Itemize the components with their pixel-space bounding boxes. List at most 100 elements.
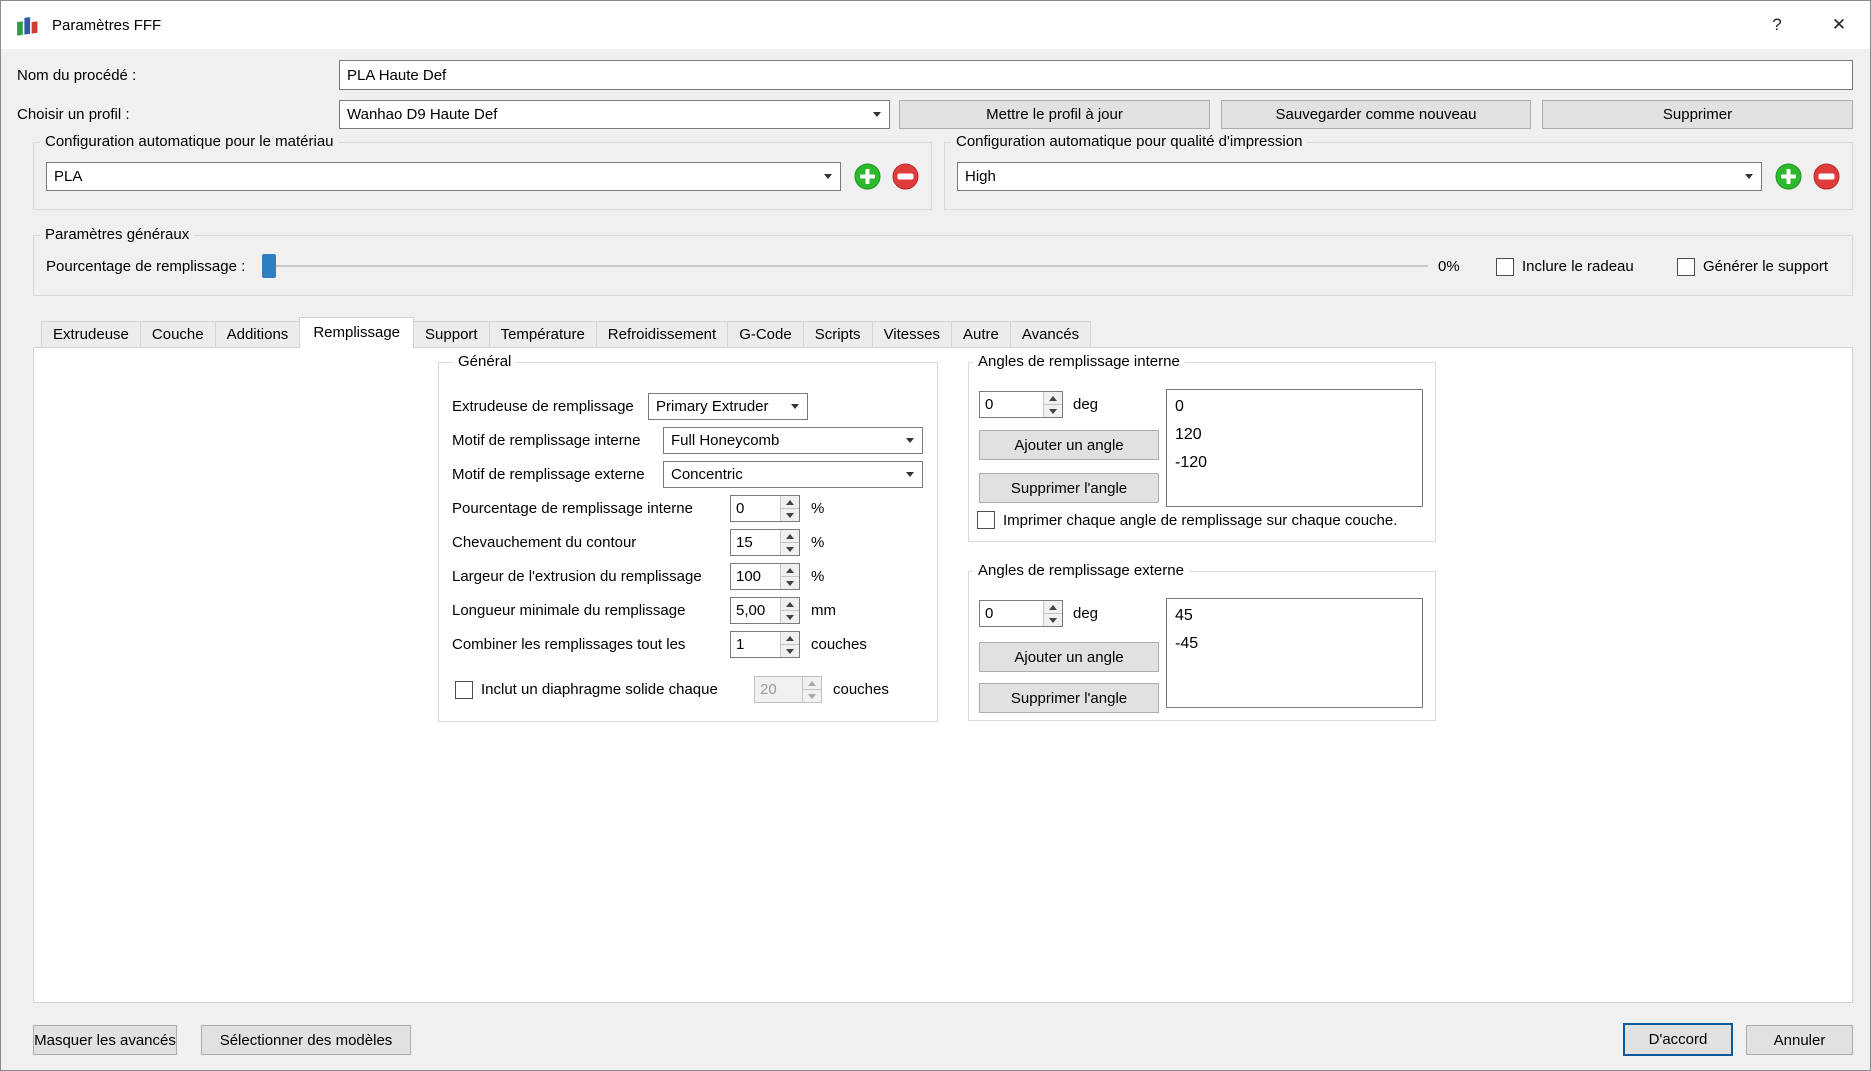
- tab-refroidissement[interactable]: Refroidissement: [595, 321, 729, 348]
- infill-extruder-row: Extrudeuse de remplissage Primary Extrud…: [439, 393, 937, 420]
- select-models-button[interactable]: Sélectionner des modèles: [201, 1025, 411, 1055]
- delete-profile-button[interactable]: Supprimer: [1542, 100, 1853, 129]
- quality-config-title: Configuration automatique pour qualité d…: [951, 133, 1308, 150]
- process-name-input[interactable]: [339, 60, 1853, 90]
- external-angles-title: Angles de remplissage externe: [973, 562, 1189, 579]
- spin-up-icon[interactable]: [781, 564, 799, 576]
- tab-vitesses[interactable]: Vitesses: [871, 321, 952, 348]
- include-raft-checkbox[interactable]: Inclure le radeau: [1496, 236, 1634, 297]
- infill-percentage-slider[interactable]: [262, 236, 1428, 297]
- list-item[interactable]: -45: [1167, 630, 1422, 658]
- infill-percent-label: Pourcentage de remplissage interne: [452, 500, 693, 517]
- chevron-down-icon: [898, 462, 922, 487]
- quality-select[interactable]: High: [957, 162, 1762, 191]
- internal-angle-input[interactable]: [980, 392, 1043, 417]
- tab-couche[interactable]: Couche: [139, 321, 216, 348]
- spin-down-icon[interactable]: [781, 542, 799, 555]
- internal-angle-spinner[interactable]: [979, 391, 1063, 418]
- internal-remove-angle-button[interactable]: Supprimer l'angle: [979, 473, 1159, 503]
- external-angles-list[interactable]: 45 -45: [1166, 598, 1423, 708]
- min-length-unit: mm: [811, 602, 836, 619]
- title-bar: Paramètres FFF ? ✕: [1, 1, 1870, 49]
- spin-up-icon[interactable]: [781, 598, 799, 610]
- external-angle-spinner[interactable]: [979, 600, 1063, 627]
- spin-down-icon[interactable]: [781, 576, 799, 589]
- angle-per-layer-checkbox[interactable]: Imprimer chaque angle de remplissage sur…: [977, 510, 1397, 530]
- remove-quality-button[interactable]: [1813, 163, 1840, 190]
- list-item[interactable]: 45: [1167, 602, 1422, 630]
- internal-add-angle-button[interactable]: Ajouter un angle: [979, 430, 1159, 460]
- slider-track[interactable]: [262, 265, 1428, 267]
- internal-angles-list[interactable]: 0 120 -120: [1166, 389, 1423, 507]
- list-item[interactable]: -120: [1167, 449, 1422, 477]
- external-remove-angle-button[interactable]: Supprimer l'angle: [979, 683, 1159, 713]
- infill-extruder-select[interactable]: Primary Extruder: [648, 393, 808, 420]
- spin-up-icon[interactable]: [1044, 601, 1062, 613]
- diaphragm-checkbox[interactable]: Inclut un diaphragme solide chaque: [455, 676, 718, 703]
- spin-up-icon[interactable]: [1044, 392, 1062, 404]
- add-material-button[interactable]: [854, 163, 881, 190]
- tab-avances[interactable]: Avancés: [1009, 321, 1092, 348]
- tab-temperature[interactable]: Température: [488, 321, 597, 348]
- minus-icon: [1813, 163, 1840, 190]
- min-length-label: Longueur minimale du remplissage: [452, 602, 686, 619]
- diaphragm-spinner[interactable]: [754, 676, 822, 703]
- min-length-spinner[interactable]: [730, 597, 800, 624]
- add-quality-button[interactable]: [1775, 163, 1802, 190]
- spin-down-icon[interactable]: [1044, 404, 1062, 417]
- close-button[interactable]: ✕: [1808, 1, 1870, 49]
- window-title: Paramètres FFF: [52, 16, 162, 34]
- outline-overlap-spinner[interactable]: [730, 529, 800, 556]
- spin-down-icon[interactable]: [781, 644, 799, 657]
- profile-select[interactable]: Wanhao D9 Haute Def: [339, 100, 890, 129]
- tab-remplissage[interactable]: Remplissage: [299, 317, 415, 348]
- spin-down-icon: [803, 689, 821, 702]
- infill-percent-spinner[interactable]: [730, 495, 800, 522]
- tab-additions[interactable]: Additions: [214, 321, 301, 348]
- outline-overlap-input[interactable]: [731, 530, 780, 555]
- extrusion-width-spinner[interactable]: [730, 563, 800, 590]
- external-angle-unit: deg: [1073, 605, 1099, 622]
- spin-up-icon[interactable]: [781, 632, 799, 644]
- save-as-new-button[interactable]: Sauvegarder comme nouveau: [1221, 100, 1531, 129]
- tab-scripts[interactable]: Scripts: [802, 321, 873, 348]
- internal-pattern-select[interactable]: Full Honeycomb: [663, 427, 923, 454]
- remove-material-button[interactable]: [892, 163, 919, 190]
- tab-support[interactable]: Support: [413, 321, 490, 348]
- list-item[interactable]: 0: [1167, 393, 1422, 421]
- combine-infill-spinner[interactable]: [730, 631, 800, 658]
- spin-up-icon[interactable]: [781, 496, 799, 508]
- update-profile-button[interactable]: Mettre le profil à jour: [899, 100, 1210, 129]
- tab-gcode[interactable]: G-Code: [727, 321, 804, 348]
- tab-extrudeuse[interactable]: Extrudeuse: [41, 321, 141, 348]
- generate-support-checkbox[interactable]: Générer le support: [1677, 236, 1828, 297]
- checkbox-box: [977, 511, 995, 529]
- spin-down-icon[interactable]: [781, 508, 799, 521]
- combine-infill-input[interactable]: [731, 632, 780, 657]
- spin-up-icon[interactable]: [781, 530, 799, 542]
- infill-percentage-label: Pourcentage de remplissage :: [46, 258, 246, 275]
- combine-infill-label: Combiner les remplissages tout les: [452, 636, 686, 653]
- spin-down-icon[interactable]: [1044, 613, 1062, 626]
- material-select[interactable]: PLA: [46, 162, 841, 191]
- minus-icon: [892, 163, 919, 190]
- tab-autre[interactable]: Autre: [950, 321, 1011, 348]
- external-add-angle-button[interactable]: Ajouter un angle: [979, 642, 1159, 672]
- slider-handle[interactable]: [262, 254, 276, 278]
- min-length-input[interactable]: [731, 598, 780, 623]
- ok-button[interactable]: D'accord: [1623, 1023, 1733, 1056]
- help-button[interactable]: ?: [1746, 1, 1808, 49]
- external-angle-input[interactable]: [980, 601, 1043, 626]
- settings-tab-bar: Extrudeuse Couche Additions Remplissage …: [41, 317, 1092, 348]
- plus-icon: [854, 163, 881, 190]
- hide-advanced-button[interactable]: Masquer les avancés: [33, 1025, 177, 1055]
- extrusion-width-input[interactable]: [731, 564, 780, 589]
- fff-settings-dialog: Paramètres FFF ? ✕ Nom du procédé : Choi…: [0, 0, 1871, 1071]
- cancel-button[interactable]: Annuler: [1746, 1025, 1853, 1055]
- diaphragm-input: [755, 677, 802, 702]
- infill-percent-input[interactable]: [731, 496, 780, 521]
- internal-angle-unit: deg: [1073, 396, 1099, 413]
- external-pattern-select[interactable]: Concentric: [663, 461, 923, 488]
- spin-down-icon[interactable]: [781, 610, 799, 623]
- list-item[interactable]: 120: [1167, 421, 1422, 449]
